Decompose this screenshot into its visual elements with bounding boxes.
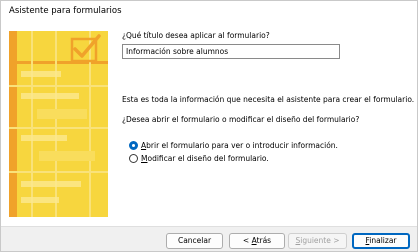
radio-modify-design[interactable]: Modificar el diseño del formulario. [129,154,269,163]
title-question-label: ¿Qué título desea aplicar al formulario? [122,31,270,40]
radio-button-unselected[interactable] [129,154,138,163]
radio-button-selected[interactable] [129,141,138,150]
wizard-content: ¿Qué título desea aplicar al formulario?… [1,23,417,226]
radio-modify-design-label: Modificar el diseño del formulario. [141,154,269,163]
open-question-label: ¿Desea abrir el formulario o modificar e… [122,115,360,124]
title-bar[interactable]: Asistente para formularios [1,1,417,23]
back-button[interactable]: < Atrás [229,233,285,249]
next-button[interactable]: Siguiente > [288,233,347,249]
form-checkmark-icon [9,31,108,217]
wizard-banner-image [9,31,108,217]
radio-open-form-label: Abrir el formulario para ver o introduci… [141,141,338,150]
button-bar: Cancelar < Atrás Siguiente > Finalizar [1,226,417,251]
radio-open-form[interactable]: Abrir el formulario para ver o introduci… [129,141,338,150]
cancel-button[interactable]: Cancelar [166,233,223,249]
wizard-window: Asistente para formularios ¿Qué título d… [0,0,418,252]
finish-button[interactable]: Finalizar [352,233,410,249]
window-title: Asistente para formularios [9,6,122,16]
info-text: Esta es toda la información que necesita… [122,95,415,104]
form-title-input[interactable] [122,44,340,59]
